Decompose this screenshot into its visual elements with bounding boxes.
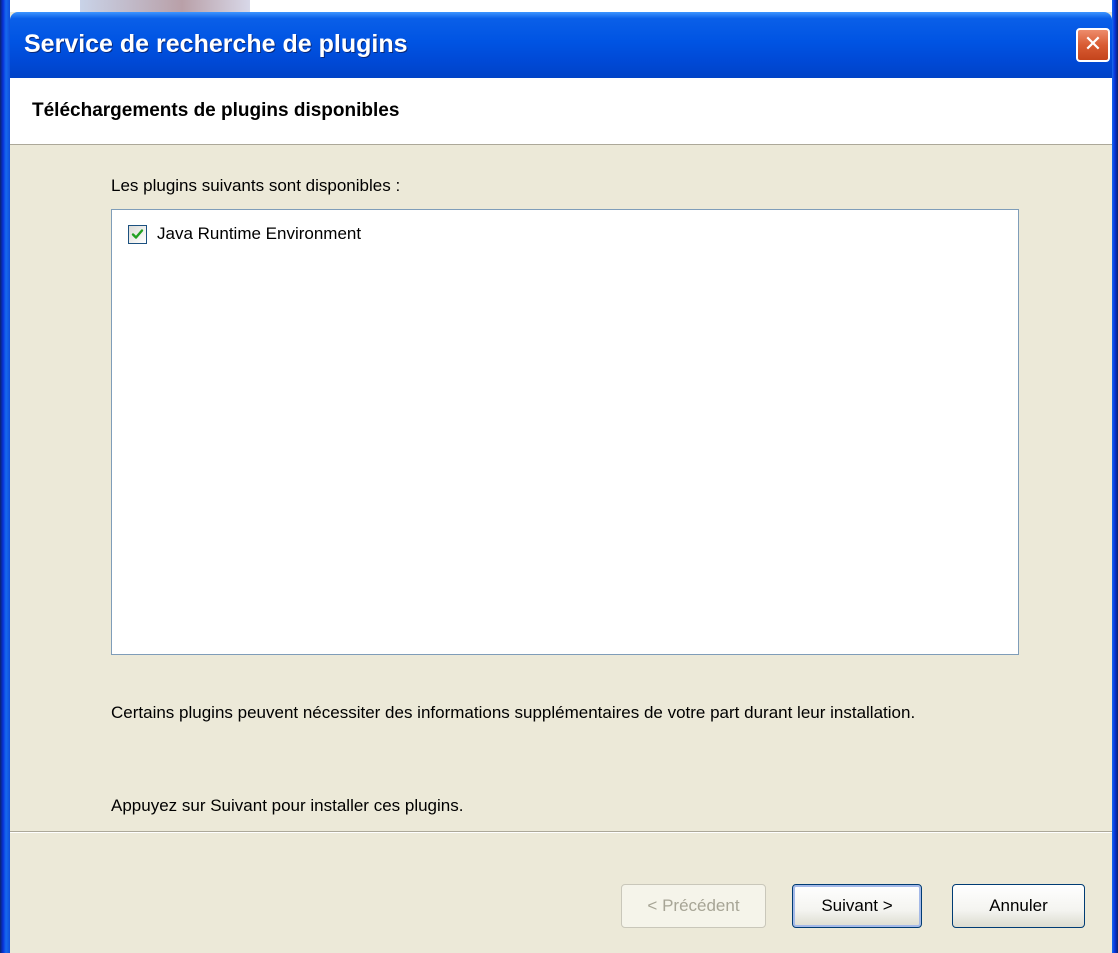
- dialog-header: Téléchargements de plugins disponibles: [10, 78, 1112, 145]
- available-plugins-label: Les plugins suivants sont disponibles :: [111, 176, 401, 195]
- window-border-right: [1112, 0, 1118, 953]
- list-item[interactable]: Java Runtime Environment: [128, 222, 361, 246]
- dialog-window: Service de recherche de plugins ✕ Téléch…: [0, 0, 1118, 953]
- window-border-left: [0, 0, 10, 953]
- plugin-list[interactable]: Java Runtime Environment: [111, 209, 1019, 655]
- cancel-button[interactable]: Annuler: [952, 884, 1085, 928]
- background-strip: [0, 0, 1118, 12]
- plugin-label: Java Runtime Environment: [157, 224, 362, 243]
- window-title: Service de recherche de plugins: [24, 30, 408, 58]
- checkmark-icon: [131, 228, 144, 239]
- instruction-text: Appuyez sur Suivant pour installer ces p…: [111, 796, 464, 815]
- close-button[interactable]: ✕: [1076, 28, 1110, 62]
- plugin-checkbox[interactable]: [128, 224, 147, 244]
- footer-divider: [10, 831, 1112, 833]
- dialog-content: Les plugins suivants sont disponibles : …: [10, 145, 1112, 831]
- next-button[interactable]: Suivant >: [792, 884, 922, 928]
- page-title: Téléchargements de plugins disponibles: [32, 100, 400, 121]
- close-icon: ✕: [1083, 32, 1103, 57]
- previous-button[interactable]: < Précédent: [621, 884, 766, 928]
- info-text: Certains plugins peuvent nécessiter des …: [111, 703, 916, 722]
- background-window-edge: [80, 0, 250, 12]
- title-bar[interactable]: Service de recherche de plugins ✕: [10, 12, 1112, 78]
